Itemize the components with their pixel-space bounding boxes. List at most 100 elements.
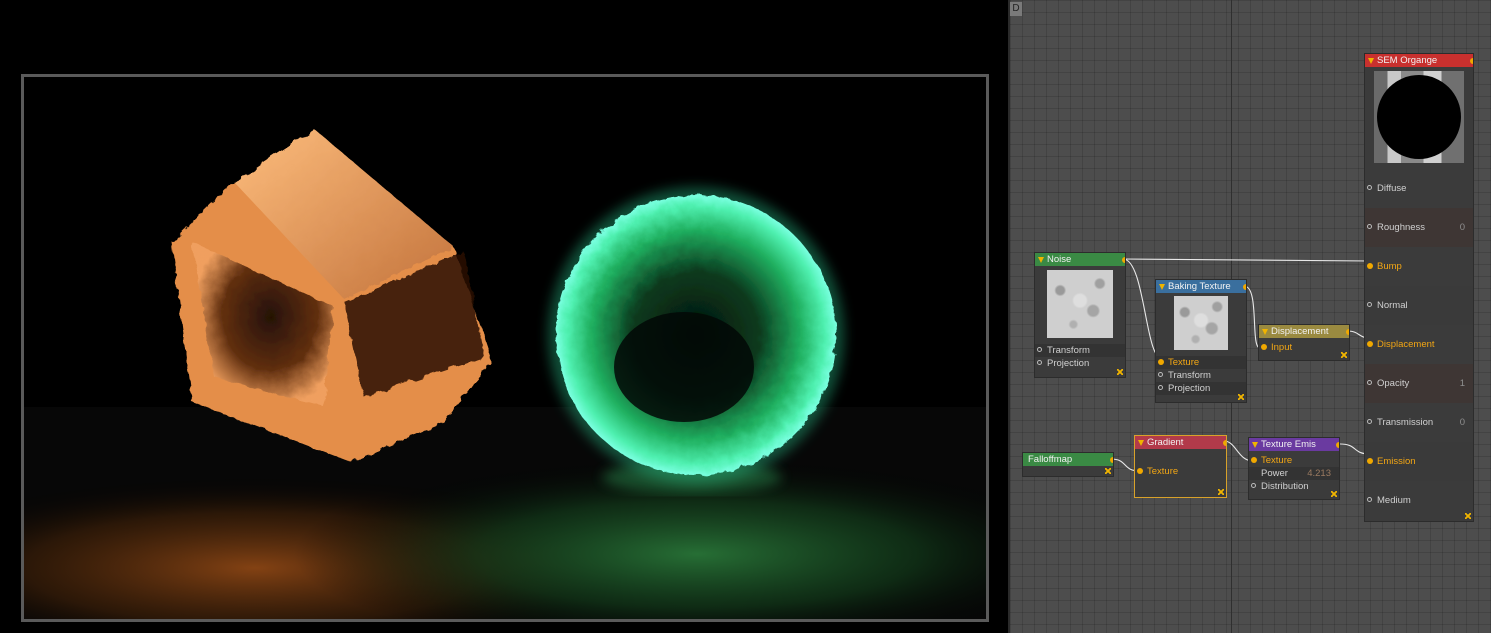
resize-grip-icon[interactable] (1331, 491, 1337, 497)
input-port[interactable] (1367, 263, 1373, 269)
render-region-frame (21, 74, 989, 622)
collapse-triangle-icon[interactable] (1038, 257, 1044, 263)
material-row-roughness[interactable]: Roughness 0 (1365, 208, 1473, 247)
falloffmap-node[interactable]: Falloffmap (1022, 452, 1114, 477)
input-port[interactable] (1037, 360, 1042, 365)
emission-distribution-row[interactable]: Distribution (1249, 480, 1339, 493)
gradient-node-header[interactable]: Gradient (1135, 436, 1226, 449)
baking-texture-node[interactable]: Baking Texture Texture Transform Project… (1155, 279, 1247, 403)
material-row-emission[interactable]: Emission (1365, 442, 1473, 481)
input-port[interactable] (1158, 385, 1163, 390)
row-label: Opacity (1377, 378, 1410, 389)
row-label: Transform (1168, 370, 1211, 381)
gradient-node[interactable]: Gradient Texture (1134, 435, 1227, 498)
input-port[interactable] (1158, 359, 1164, 365)
row-label: Texture (1261, 455, 1293, 466)
texture-emission-node[interactable]: Texture Emis Texture Power 4.213 Distrib… (1248, 437, 1340, 500)
noise-preview-thumbnail (1047, 270, 1113, 338)
baking-transform-row[interactable]: Transform (1156, 369, 1246, 382)
material-row-medium[interactable]: Medium (1365, 481, 1473, 520)
noise-node-header[interactable]: Noise (1035, 253, 1125, 266)
power-value[interactable]: 4.213 (1307, 467, 1331, 480)
row-label: Power (1261, 468, 1288, 479)
input-port[interactable] (1251, 457, 1257, 463)
collapse-triangle-icon[interactable] (1138, 440, 1144, 446)
input-port[interactable] (1367, 497, 1372, 502)
row-label: Bump (1377, 261, 1402, 272)
resize-grip-icon[interactable] (1105, 468, 1111, 474)
row-value[interactable]: 1 (1460, 364, 1465, 403)
resize-grip-icon[interactable] (1218, 489, 1224, 495)
gradient-node-title: Gradient (1147, 437, 1184, 448)
displacement-node[interactable]: Displacement Input (1258, 324, 1350, 361)
row-label: Emission (1377, 456, 1416, 467)
input-port[interactable] (1137, 468, 1143, 474)
input-port[interactable] (1261, 344, 1267, 350)
input-port[interactable] (1367, 341, 1373, 347)
resize-grip-icon[interactable] (1117, 369, 1123, 375)
input-port[interactable] (1367, 185, 1372, 190)
noise-node[interactable]: Noise Transform Projection (1034, 252, 1126, 378)
node-graph-editor[interactable]: D Noise Transform Projection Baking Text… (1010, 0, 1491, 633)
resize-grip-icon[interactable] (1341, 352, 1347, 358)
input-port[interactable] (1251, 483, 1256, 488)
falloffmap-output-port[interactable] (1110, 457, 1113, 463)
baking-projection-row[interactable]: Projection (1156, 382, 1246, 395)
emission-power-row[interactable]: Power 4.213 (1249, 467, 1339, 480)
material-row-transmission[interactable]: Transmission 0 (1365, 403, 1473, 442)
row-label: Medium (1377, 495, 1411, 506)
baking-preview-thumbnail (1174, 296, 1228, 350)
material-preview (1374, 71, 1464, 163)
row-label: Projection (1047, 358, 1090, 369)
material-row-diffuse[interactable]: Diffuse (1365, 169, 1473, 208)
emission-texture-row[interactable]: Texture (1249, 454, 1339, 467)
texture-emission-output-port[interactable] (1336, 442, 1339, 448)
input-port[interactable] (1367, 302, 1372, 307)
falloffmap-node-header[interactable]: Falloffmap (1023, 453, 1113, 466)
input-port[interactable] (1037, 347, 1042, 352)
noise-transform-row[interactable]: Transform (1035, 344, 1125, 357)
material-output-port[interactable] (1470, 58, 1473, 64)
baking-output-port[interactable] (1243, 284, 1246, 290)
displacement-input-row[interactable]: Input (1259, 341, 1349, 354)
texture-emission-node-header[interactable]: Texture Emis (1249, 438, 1339, 451)
baking-texture-row[interactable]: Texture (1156, 356, 1246, 369)
row-label: Transform (1047, 345, 1090, 356)
collapse-triangle-icon[interactable] (1159, 284, 1165, 290)
baking-texture-node-title: Baking Texture (1168, 281, 1231, 292)
material-row-normal[interactable]: Normal (1365, 286, 1473, 325)
gradient-output-port[interactable] (1223, 440, 1226, 446)
material-row-displacement[interactable]: Displacement (1365, 325, 1473, 364)
material-node[interactable]: SEM Organge Diffuse Roughness 0 Bump Nor… (1364, 53, 1474, 522)
row-label: Diffuse (1377, 183, 1407, 194)
row-label: Texture (1147, 466, 1179, 477)
material-row-opacity[interactable]: Opacity 1 (1365, 364, 1473, 403)
input-port[interactable] (1158, 372, 1163, 377)
render-image (24, 77, 986, 619)
input-port[interactable] (1367, 380, 1372, 385)
noise-node-title: Noise (1047, 254, 1072, 265)
resize-grip-icon[interactable] (1238, 394, 1244, 400)
resize-grip-icon[interactable] (1465, 513, 1471, 519)
collapse-triangle-icon[interactable] (1368, 58, 1374, 64)
input-port[interactable] (1367, 419, 1372, 424)
render-viewport[interactable] (0, 0, 1008, 633)
noise-output-port[interactable] (1122, 257, 1125, 263)
row-value[interactable]: 0 (1460, 403, 1465, 442)
input-port[interactable] (1367, 458, 1373, 464)
material-row-bump[interactable]: Bump (1365, 247, 1473, 286)
gradient-texture-row[interactable]: Texture (1135, 465, 1226, 478)
baking-texture-node-header[interactable]: Baking Texture (1156, 280, 1246, 293)
noise-projection-row[interactable]: Projection (1035, 357, 1125, 370)
row-label: Roughness (1377, 222, 1426, 233)
input-port[interactable] (1367, 224, 1372, 229)
glowing-sphere (548, 187, 844, 483)
collapse-triangle-icon[interactable] (1262, 329, 1268, 335)
displacement-node-header[interactable]: Displacement (1259, 325, 1349, 338)
collapse-triangle-icon[interactable] (1252, 442, 1258, 448)
row-label: Normal (1377, 300, 1408, 311)
displacement-output-port[interactable] (1346, 329, 1349, 335)
row-value[interactable]: 0 (1460, 208, 1465, 247)
wire-noise-bump (1122, 258, 1371, 262)
material-node-header[interactable]: SEM Organge (1365, 54, 1473, 67)
